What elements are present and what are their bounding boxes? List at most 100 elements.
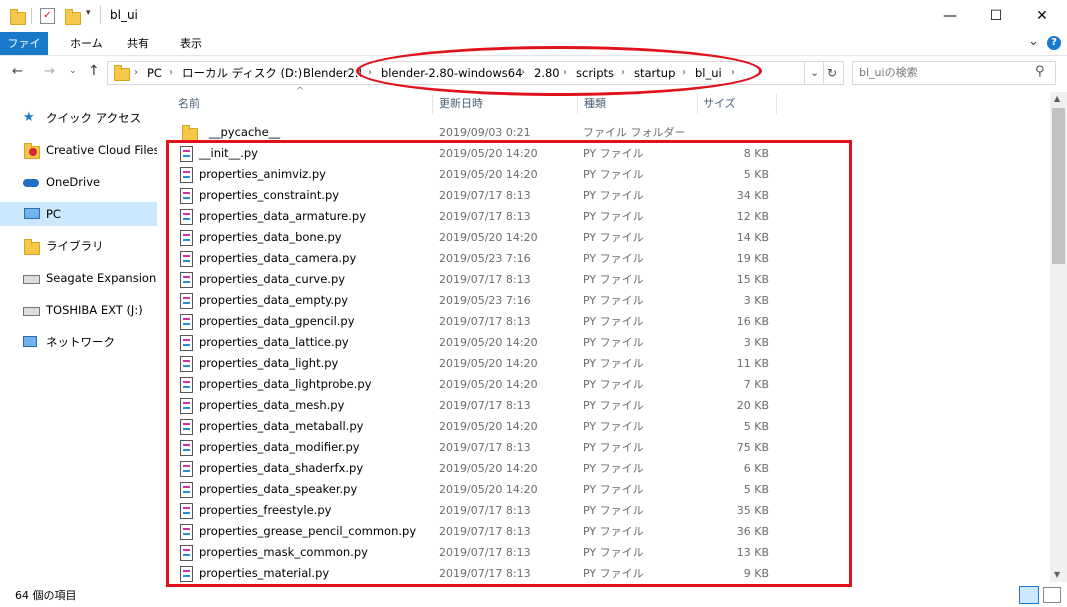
nav-item-network[interactable]: ネットワーク — [0, 330, 157, 354]
chevron-right-icon: › — [621, 67, 625, 78]
scrollbar-thumb[interactable] — [1052, 108, 1065, 264]
chevron-right-icon: › — [368, 67, 372, 78]
file-row[interactable]: properties_data_camera.py 2019/05/23 7:16… — [170, 248, 870, 269]
tab-share[interactable]: 共有 — [117, 32, 159, 55]
sort-ascending-icon: ^ — [296, 86, 305, 97]
column-header-type[interactable]: 種類 — [584, 95, 606, 113]
file-date: 2019/07/17 8:13 — [439, 315, 531, 328]
column-divider[interactable] — [577, 94, 578, 114]
quick-access-dropdown-icon[interactable]: ▾ — [86, 8, 91, 18]
breadcrumb-local-disk[interactable]: ローカル ディスク (D:) — [182, 62, 302, 84]
file-name: properties_data_bone.py — [199, 230, 342, 244]
file-row[interactable]: properties_constraint.py 2019/07/17 8:13 P… — [170, 185, 870, 206]
creative-cloud-badge-icon — [29, 148, 37, 156]
python-file-icon — [180, 461, 193, 477]
search-input[interactable] — [853, 62, 1029, 82]
file-type: PY ファイル — [583, 168, 644, 181]
column-divider[interactable] — [776, 94, 777, 114]
file-row[interactable]: properties_freestyle.py 2019/07/17 8:13 PY… — [170, 500, 870, 521]
file-row[interactable]: properties_data_bone.py 2019/05/20 14:20 P… — [170, 227, 870, 248]
file-date: 2019/09/03 0:21 — [439, 126, 531, 139]
column-divider[interactable] — [432, 94, 433, 114]
large-icons-view-icon[interactable] — [1043, 587, 1061, 603]
file-size: 8 KB — [743, 147, 769, 160]
ribbon-tabs: ファイル ホーム 共有 表示 ⌄ ? — [0, 32, 1067, 73]
breadcrumb-scripts[interactable]: scripts — [576, 62, 614, 84]
file-row[interactable]: properties_data_lattice.py 2019/05/20 14:… — [170, 332, 870, 353]
scroll-down-icon[interactable]: ▼ — [1054, 570, 1060, 579]
file-name: properties_freestyle.py — [199, 503, 332, 517]
refresh-icon[interactable]: ↻ — [827, 62, 837, 84]
breadcrumb-pc[interactable]: PC — [147, 62, 162, 84]
column-header-name[interactable]: 名前 — [178, 95, 200, 113]
search-box[interactable]: ⚲ — [852, 61, 1056, 85]
item-count: 64 個の項目 — [15, 589, 77, 602]
column-header-date[interactable]: 更新日時 — [439, 95, 483, 113]
search-icon[interactable]: ⚲ — [1035, 64, 1045, 79]
nav-item-creative-cloud[interactable]: Creative Cloud Files — [0, 138, 157, 162]
tab-file[interactable]: ファイル — [0, 32, 48, 73]
address-bar[interactable]: › PC › ローカル ディスク (D:) › Blender2.8 › ble… — [107, 61, 844, 85]
tab-view[interactable]: 表示 — [170, 32, 212, 55]
python-file-icon — [180, 377, 193, 393]
scroll-up-icon[interactable]: ▲ — [1054, 94, 1060, 103]
maximize-button[interactable]: ☐ — [973, 0, 1019, 32]
minimize-button[interactable]: — — [927, 0, 973, 32]
file-row[interactable]: properties_material.py 2019/07/17 8:13 PY … — [170, 563, 870, 584]
file-row[interactable]: properties_data_armature.py 2019/07/17 8:… — [170, 206, 870, 227]
address-dropdown-icon[interactable]: ⌄ — [810, 62, 819, 84]
file-row[interactable]: properties_data_speaker.py 2019/05/20 14:… — [170, 479, 870, 500]
breadcrumb-blender28[interactable]: Blender2.8 — [303, 62, 361, 84]
forward-arrow-icon[interactable]: → — [44, 64, 55, 79]
file-size: 7 KB — [743, 378, 769, 391]
file-row[interactable]: properties_data_metaball.py 2019/05/20 14… — [170, 416, 870, 437]
tab-home[interactable]: ホーム — [60, 32, 113, 55]
back-arrow-icon[interactable]: ← — [12, 64, 23, 79]
nav-item-seagate[interactable]: Seagate Expansion Dr — [0, 266, 157, 290]
python-file-icon — [180, 293, 193, 309]
file-row[interactable]: properties_data_gpencil.py 2019/07/17 8:1… — [170, 311, 870, 332]
file-type: PY ファイル — [583, 294, 644, 307]
file-row[interactable]: properties_data_lightprobe.py 2019/05/20 … — [170, 374, 870, 395]
file-row[interactable]: properties_mask_common.py 2019/07/17 8:13… — [170, 542, 870, 563]
column-header-size[interactable]: サイズ — [703, 95, 736, 113]
file-row[interactable]: properties_data_modifier.py 2019/07/17 8:… — [170, 437, 870, 458]
navigation-pane: ★ クイック アクセス Creative Cloud Files OneDriv… — [0, 96, 158, 583]
column-divider[interactable] — [697, 94, 698, 114]
new-folder-icon[interactable] — [65, 9, 81, 25]
file-row[interactable]: properties_animviz.py 2019/05/20 14:20 PY … — [170, 164, 870, 185]
python-file-icon — [180, 188, 193, 204]
file-row[interactable]: properties_grease_pencil_common.py 2019/0… — [170, 521, 870, 542]
nav-item-pc[interactable]: PC — [0, 202, 157, 226]
file-size: 13 KB — [736, 546, 769, 559]
details-view-icon[interactable] — [1019, 586, 1039, 604]
nav-item-library[interactable]: ライブラリ — [0, 234, 157, 258]
close-button[interactable]: ✕ — [1019, 0, 1065, 32]
file-row[interactable]: properties_data_empty.py 2019/05/23 7:16 P… — [170, 290, 870, 311]
recent-locations-icon[interactable]: ⌄ — [69, 66, 77, 76]
file-row[interactable]: properties_data_shaderfx.py 2019/05/20 14… — [170, 458, 870, 479]
breadcrumb-startup[interactable]: startup — [634, 62, 675, 84]
breadcrumb-280[interactable]: 2.80 — [534, 62, 560, 84]
file-date: 2019/07/17 8:13 — [439, 441, 531, 454]
ribbon-expand-icon[interactable]: ⌄ — [1028, 34, 1039, 49]
python-file-icon — [180, 230, 193, 246]
help-icon[interactable]: ? — [1047, 36, 1061, 50]
breadcrumb-bl-ui[interactable]: bl_ui — [695, 62, 722, 84]
nav-item-toshiba[interactable]: TOSHIBA EXT (J:) — [0, 298, 157, 322]
file-row[interactable]: __pycache__ 2019/09/03 0:21 ファイル フォルダー — [170, 122, 870, 143]
file-name: properties_data_lightprobe.py — [199, 377, 372, 391]
file-row[interactable]: properties_data_mesh.py 2019/07/17 8:13 PY… — [170, 395, 870, 416]
nav-item-quick-access[interactable]: ★ クイック アクセス — [0, 106, 157, 130]
breadcrumb-blender-windows64[interactable]: blender-2.80-windows64 — [381, 62, 522, 84]
file-row[interactable]: __init__.py 2019/05/20 14:20 PY ファイル 8 KB — [170, 143, 870, 164]
file-date: 2019/05/20 14:20 — [439, 336, 538, 349]
file-row[interactable]: properties_data_light.py 2019/05/20 14:20… — [170, 353, 870, 374]
nav-item-onedrive[interactable]: OneDrive — [0, 170, 157, 194]
up-arrow-icon[interactable]: ↑ — [88, 63, 100, 79]
properties-check-icon[interactable]: ✓ — [40, 8, 55, 24]
file-date: 2019/05/20 14:20 — [439, 420, 538, 433]
file-row[interactable]: properties_data_curve.py 2019/07/17 8:13 P… — [170, 269, 870, 290]
file-name: properties_data_metaball.py — [199, 419, 364, 433]
divider — [823, 62, 824, 84]
